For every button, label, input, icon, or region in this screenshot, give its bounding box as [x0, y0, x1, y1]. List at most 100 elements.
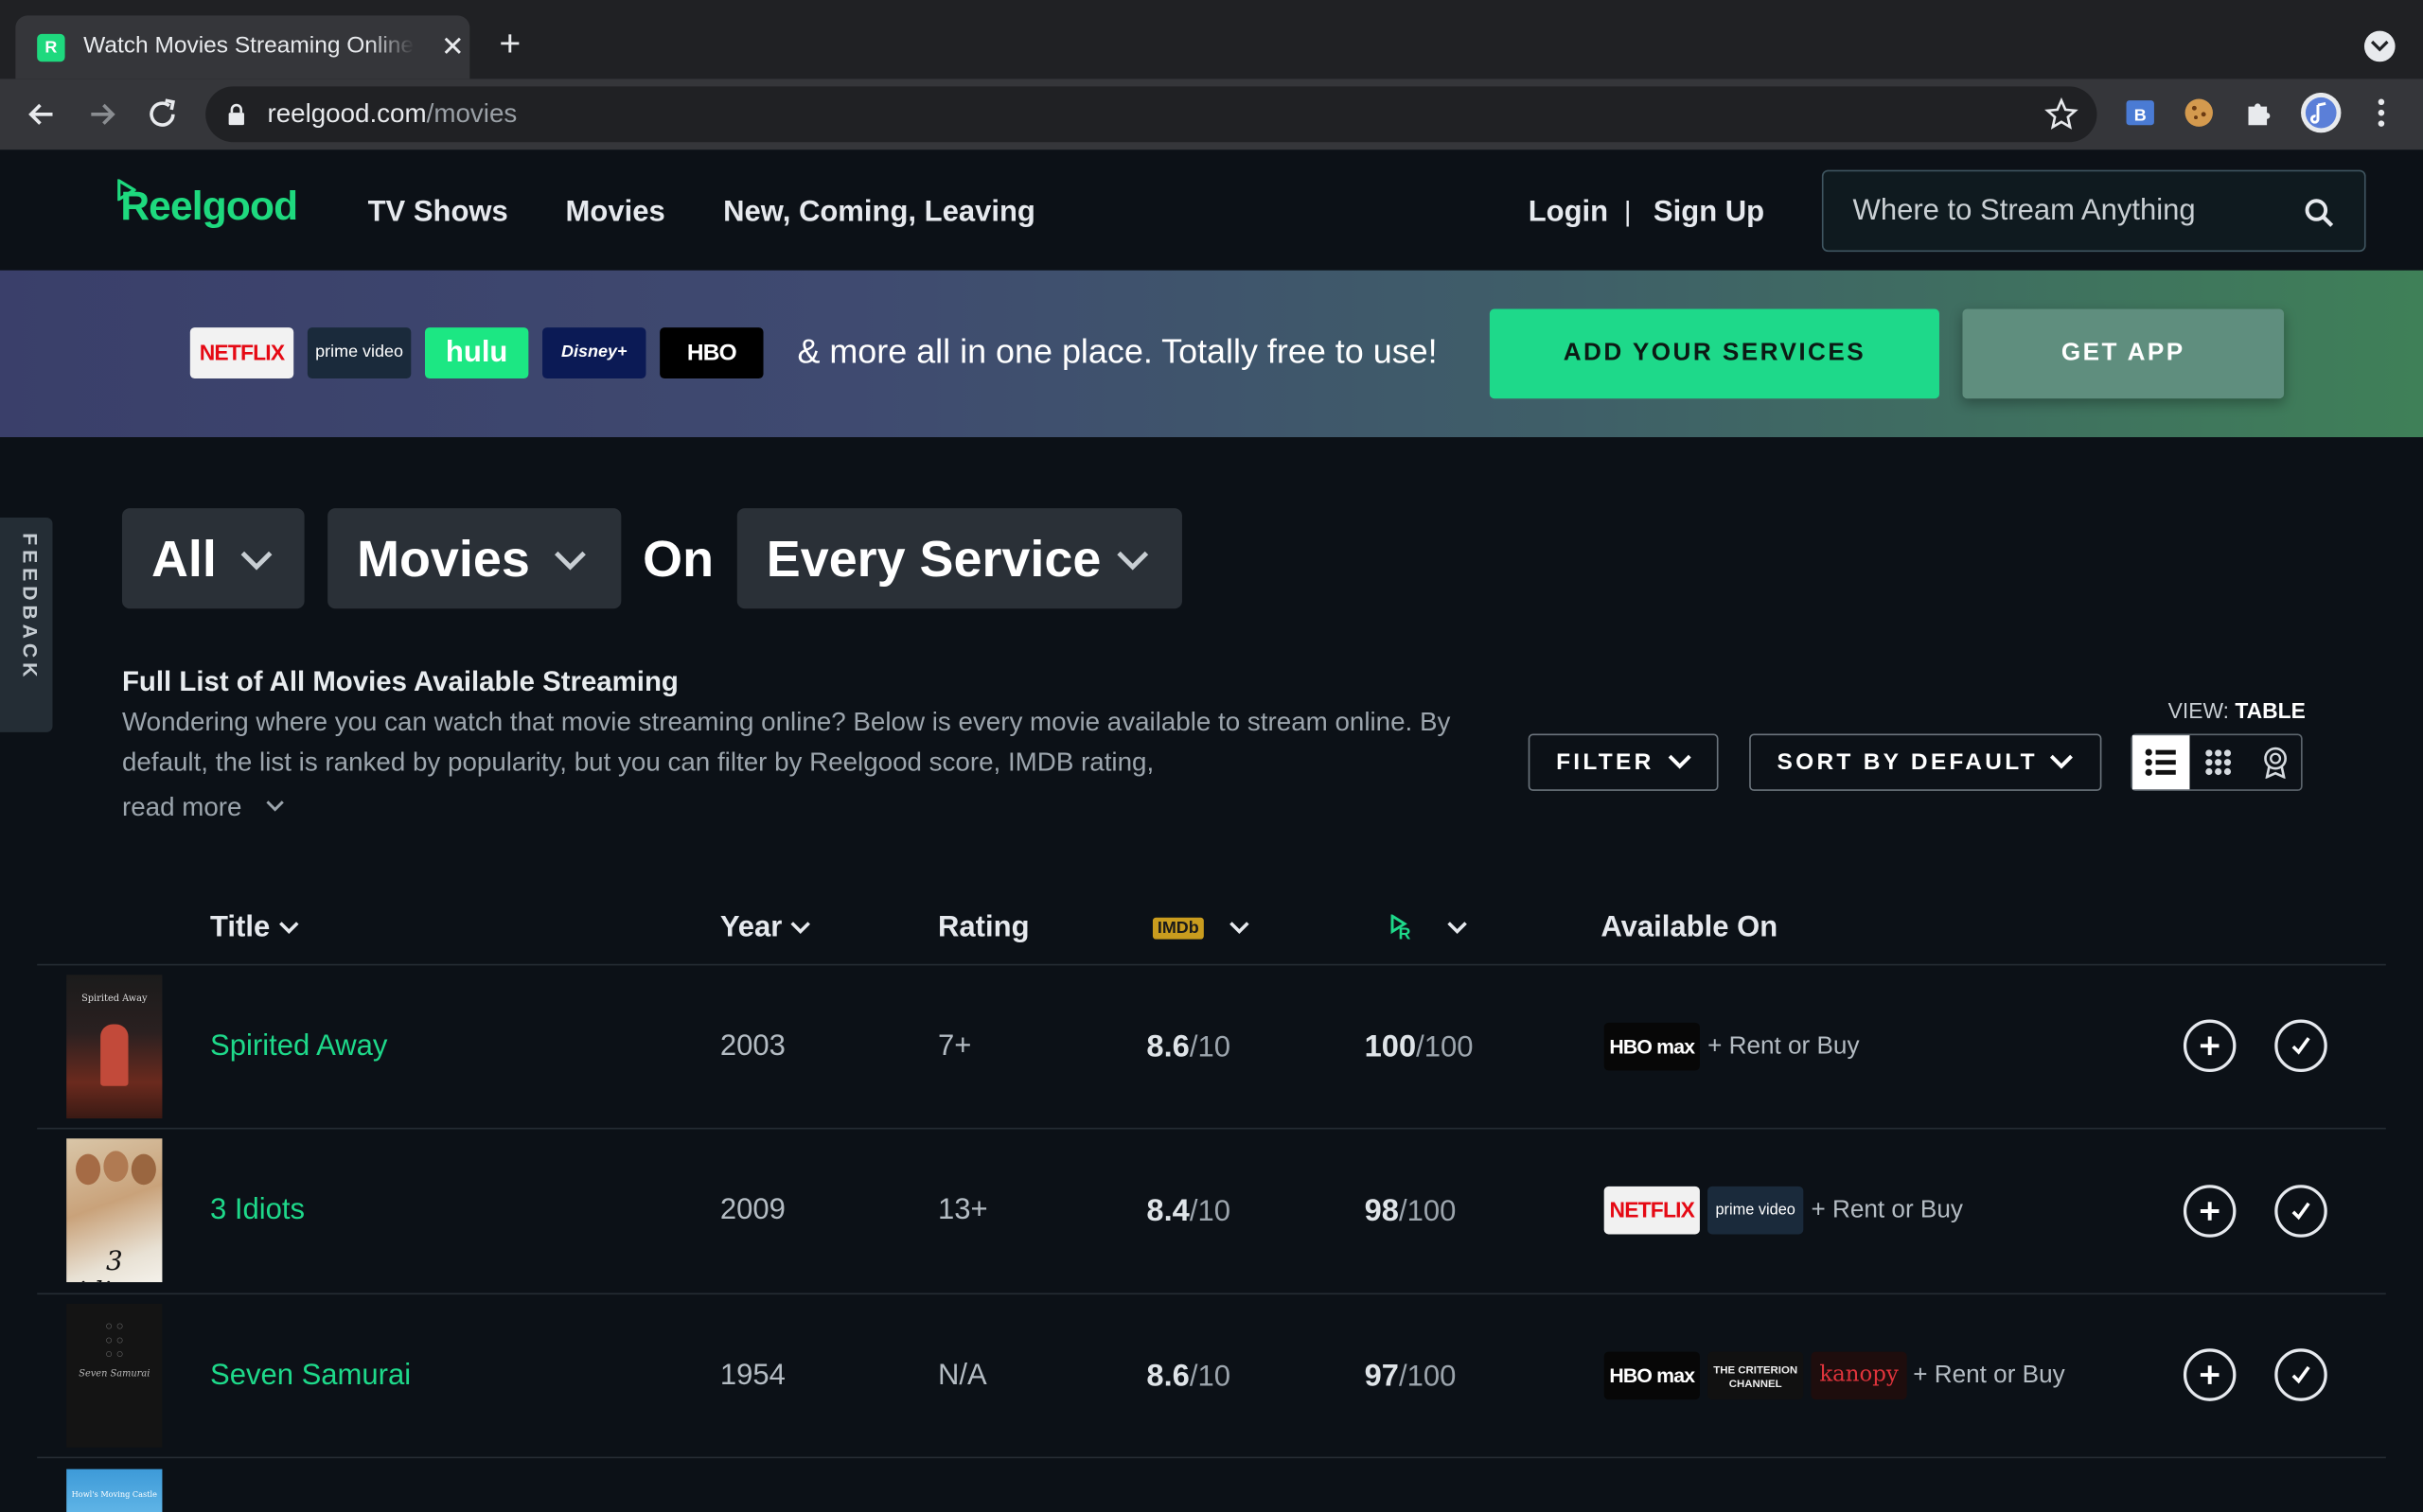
- forward-icon[interactable]: [82, 95, 122, 134]
- scope-dropdown[interactable]: All: [121, 508, 305, 609]
- column-imdb[interactable]: IMDb: [1152, 911, 1250, 945]
- movie-rating: 13+: [938, 1194, 988, 1227]
- read-more-link[interactable]: read more: [121, 792, 284, 824]
- view-award-button[interactable]: [2247, 735, 2304, 789]
- address-bar[interactable]: reelgood.com/movies: [205, 86, 2097, 143]
- criterion-channel-service[interactable]: THE CRITERION CHANNEL: [1707, 1351, 1804, 1400]
- get-app-button[interactable]: GET APP: [1962, 308, 2285, 399]
- hbo-max-label: HBO max: [1609, 1363, 1695, 1388]
- reload-icon[interactable]: [142, 95, 182, 134]
- column-reelgood-score[interactable]: R: [1383, 911, 1468, 945]
- imdb-score-max: /10: [1189, 1361, 1230, 1394]
- disney-plus-logo: Disney+: [542, 327, 646, 378]
- read-more-label: read more: [121, 792, 242, 822]
- back-icon[interactable]: [22, 95, 62, 134]
- row-divider: [37, 1127, 2386, 1130]
- reelgood-score-max: /100: [1398, 1195, 1457, 1228]
- chevron-down-icon: [1117, 551, 1149, 571]
- view-grid-button[interactable]: [2189, 735, 2246, 789]
- add-your-services-button[interactable]: ADD YOUR SERVICES: [1489, 308, 1939, 399]
- rent-or-buy[interactable]: + Rent or Buy: [1707, 1033, 1859, 1061]
- poster-spirited-away[interactable]: Spirited Away: [66, 975, 163, 1119]
- chevron-down-icon: [555, 551, 586, 571]
- tab-close-icon[interactable]: ✕: [435, 29, 469, 63]
- profile-avatar[interactable]: [2301, 92, 2342, 133]
- mark-seen-button[interactable]: [2274, 1019, 2327, 1073]
- add-to-watchlist-button[interactable]: [2183, 1019, 2237, 1073]
- rent-or-buy[interactable]: + Rent or Buy: [1811, 1197, 1962, 1224]
- extensions-puzzle-icon[interactable]: [2242, 96, 2276, 130]
- chevron-down-icon: [278, 923, 299, 935]
- new-tab-icon[interactable]: +: [491, 26, 528, 63]
- search-icon[interactable]: [2303, 196, 2337, 230]
- extension-cookie-icon[interactable]: [2182, 96, 2216, 130]
- poster-face: [75, 1153, 101, 1186]
- browser-tab[interactable]: R Watch Movies Streaming Online ✕: [15, 15, 470, 79]
- hbo-max-service[interactable]: HBO max: [1603, 1022, 1700, 1071]
- prime-video-service[interactable]: prime video: [1707, 1186, 1804, 1235]
- movie-rating: N/A: [938, 1359, 987, 1393]
- signup-link[interactable]: Sign Up: [1654, 196, 1764, 230]
- grid-icon: [2205, 749, 2232, 776]
- svg-text:B: B: [2134, 105, 2147, 124]
- column-year[interactable]: Year: [720, 911, 812, 945]
- reelgood-score-icon: R: [1390, 914, 1411, 943]
- view-table-button[interactable]: [2132, 735, 2190, 790]
- reelgood-score-max: /100: [1416, 1031, 1474, 1064]
- reelgood-favicon-icon: R: [37, 33, 65, 62]
- service-dropdown[interactable]: Every Service: [736, 508, 1182, 609]
- imdb-score-value: 8.6: [1146, 1359, 1190, 1394]
- kanopy-service[interactable]: kanopy: [1811, 1351, 1907, 1400]
- page-title: Full List of All Movies Available Stream…: [121, 665, 679, 697]
- nav-new-coming-leaving[interactable]: New, Coming, Leaving: [723, 196, 1035, 230]
- add-to-watchlist-button[interactable]: [2183, 1348, 2237, 1401]
- bookmark-star-icon[interactable]: [2044, 97, 2078, 132]
- poster-seven-samurai[interactable]: ○ ○ ○ ○ ○ ○ Seven Samurai: [66, 1303, 163, 1448]
- nav-tv-shows[interactable]: TV Shows: [368, 196, 508, 230]
- prime-video-logo: prime video: [307, 327, 412, 378]
- login-link[interactable]: Login: [1529, 196, 1608, 230]
- award-ribbon-icon: [2264, 747, 2287, 779]
- reelgood-logo[interactable]: Reelgood: [117, 179, 298, 231]
- netflix-service[interactable]: NETFLIX: [1603, 1186, 1700, 1235]
- movie-title-link[interactable]: 3 Idiots: [210, 1194, 305, 1228]
- mark-seen-button[interactable]: [2274, 1185, 2327, 1238]
- browser-menu-icon[interactable]: [2364, 96, 2398, 130]
- nav-separator: |: [1623, 196, 1632, 227]
- promo-banner: NETFLIX prime video hulu Disney+ HBO & m…: [0, 270, 2423, 438]
- imdb-score-value: 8.6: [1146, 1029, 1190, 1064]
- imdb-score: 8.6/10: [1146, 1360, 1230, 1396]
- service-dropdown-label: Every Service: [766, 529, 1102, 588]
- feedback-tab[interactable]: FEEDBACK: [0, 517, 53, 732]
- filter-button[interactable]: FILTER: [1528, 733, 1719, 791]
- type-dropdown[interactable]: Movies: [327, 508, 622, 609]
- rent-or-buy[interactable]: + Rent or Buy: [1913, 1363, 2064, 1390]
- nav-movies[interactable]: Movies: [566, 196, 665, 230]
- poster-title: Spirited Away: [81, 993, 148, 1005]
- poster-howls-moving-castle[interactable]: Howl's Moving Castle: [66, 1468, 163, 1512]
- site-header: Reelgood TV Shows Movies New, Coming, Le…: [0, 149, 2423, 271]
- hbo-max-service[interactable]: HBO max: [1603, 1351, 1700, 1400]
- poster-title: 3 idiots: [78, 1246, 151, 1283]
- column-year-label: Year: [719, 911, 783, 944]
- imdb-score: 8.4/10: [1146, 1194, 1230, 1230]
- logo-text: Reelgood: [120, 182, 298, 229]
- chevron-down-icon: [266, 800, 284, 812]
- column-rating[interactable]: Rating: [938, 911, 1030, 945]
- add-to-watchlist-button[interactable]: [2183, 1185, 2237, 1238]
- extension-translate-icon[interactable]: B: [2123, 96, 2157, 130]
- logo-play-icon: [117, 179, 136, 202]
- reelgood-score-value: 98: [1364, 1194, 1399, 1228]
- column-title[interactable]: Title: [210, 911, 299, 945]
- search-input[interactable]: [1852, 191, 2302, 232]
- sort-button[interactable]: SORT BY DEFAULT: [1749, 733, 2102, 791]
- mark-seen-button[interactable]: [2274, 1348, 2327, 1401]
- browser-toolbar: reelgood.com/movies B: [0, 79, 2423, 150]
- hbo-max-label: HBO max: [1609, 1034, 1695, 1059]
- url-domain: reelgood.com: [267, 98, 427, 129]
- poster-3-idiots[interactable]: 3 idiots: [66, 1138, 163, 1283]
- movie-title-link[interactable]: Seven Samurai: [210, 1360, 411, 1394]
- movie-title-link[interactable]: Spirited Away: [210, 1030, 387, 1064]
- page-description: Wondering where you can watch that movie…: [121, 707, 1451, 778]
- tab-search-icon[interactable]: [2363, 30, 2396, 62]
